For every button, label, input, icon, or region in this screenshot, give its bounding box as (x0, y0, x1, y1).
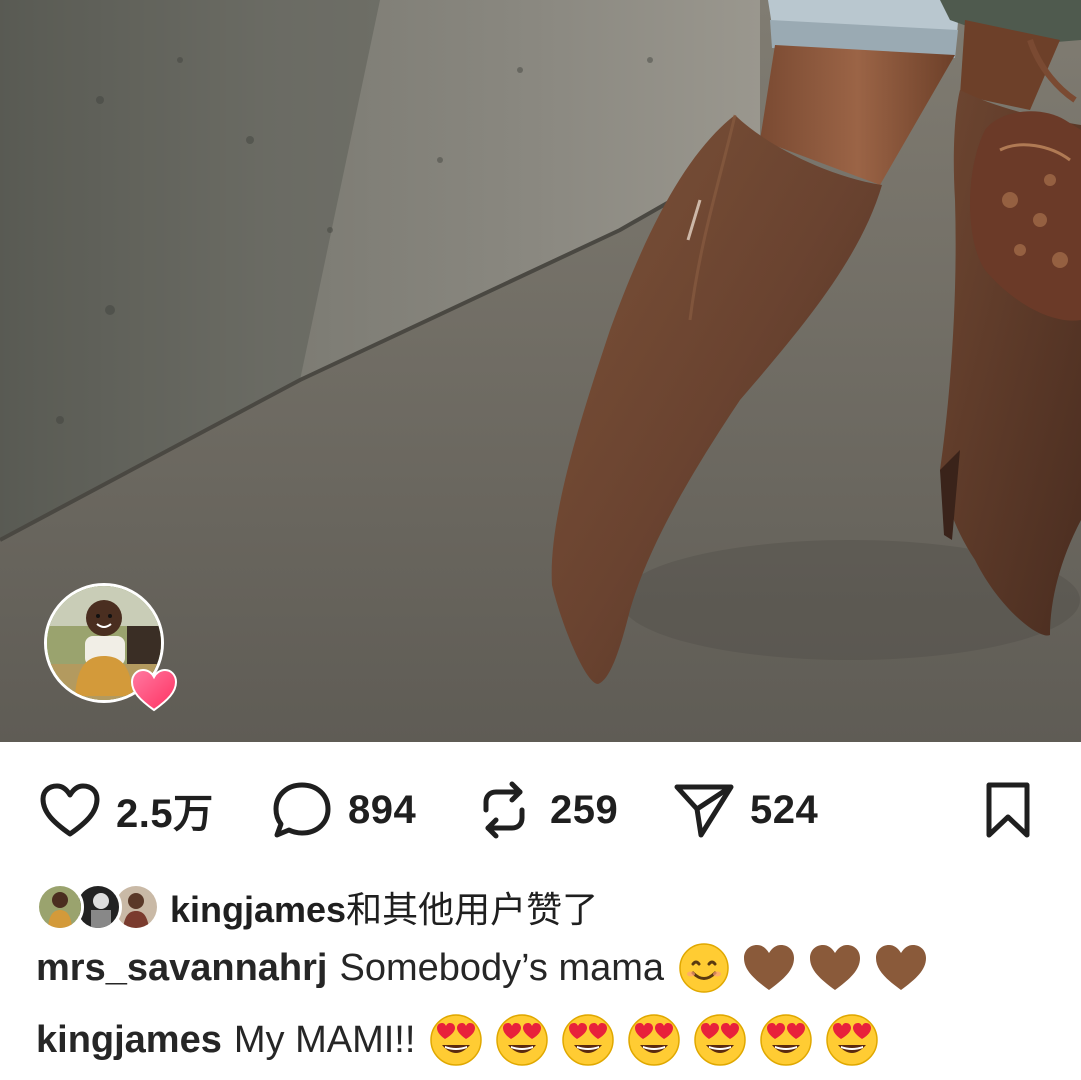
like-button[interactable]: 2.5万 (38, 770, 214, 850)
liked-by-text: kingjames和其他用户赞了 (170, 881, 598, 933)
liked-by-username[interactable]: kingjames (170, 889, 346, 930)
repost-button[interactable]: 259 (472, 770, 618, 850)
comment-item: mrs_savannahrj Somebody’s mama (36, 938, 940, 998)
paper-plane-icon (672, 778, 736, 842)
action-bar: 2.5万 894 259 524 (0, 770, 1081, 850)
comment-username[interactable]: kingjames (36, 1019, 222, 1062)
heart-eyes-icon (826, 1014, 879, 1066)
heart-icon (130, 668, 178, 712)
liked-by-suffix: 和其他用户赞了 (346, 889, 599, 930)
brown-heart-icon (876, 945, 927, 990)
brown-heart-icon (744, 945, 795, 990)
like-count: 2.5万 (116, 792, 214, 836)
repost-count: 259 (550, 787, 619, 832)
heart-eyes-icon (760, 1014, 813, 1066)
comment-count: 894 (348, 787, 417, 832)
comment-emojis (678, 942, 940, 994)
share-button[interactable]: 524 (672, 770, 818, 850)
liked-by-avatars (36, 881, 162, 933)
heart-eyes-icon (628, 1014, 681, 1066)
comment-username[interactable]: mrs_savannahrj (36, 947, 328, 990)
heart-eyes-icon (694, 1014, 747, 1066)
repost-icon (472, 778, 536, 842)
avatar (36, 883, 84, 931)
liked-by[interactable]: kingjames和其他用户赞了 (36, 878, 598, 936)
smiling-face-icon (679, 943, 729, 993)
watermark (970, 1022, 1066, 1062)
heart-eyes-icon (562, 1014, 615, 1066)
comment-item: kingjames My MAMI!! (36, 1010, 891, 1070)
comment-emojis (429, 1013, 891, 1067)
heart-outline-icon (38, 778, 102, 842)
heart-eyes-icon (496, 1014, 549, 1066)
heart-eyes-icon (430, 1014, 483, 1066)
comment-bubble-icon (270, 778, 334, 842)
comment-text: Somebody’s mama (339, 946, 665, 989)
brown-heart-icon (810, 945, 861, 990)
comment-button[interactable]: 894 (270, 770, 416, 850)
post-photo[interactable] (0, 0, 1081, 742)
share-count: 524 (750, 787, 819, 832)
comment-text: My MAMI!! (233, 1018, 416, 1061)
bookmark-icon (976, 778, 1040, 842)
save-button[interactable] (976, 770, 1040, 850)
